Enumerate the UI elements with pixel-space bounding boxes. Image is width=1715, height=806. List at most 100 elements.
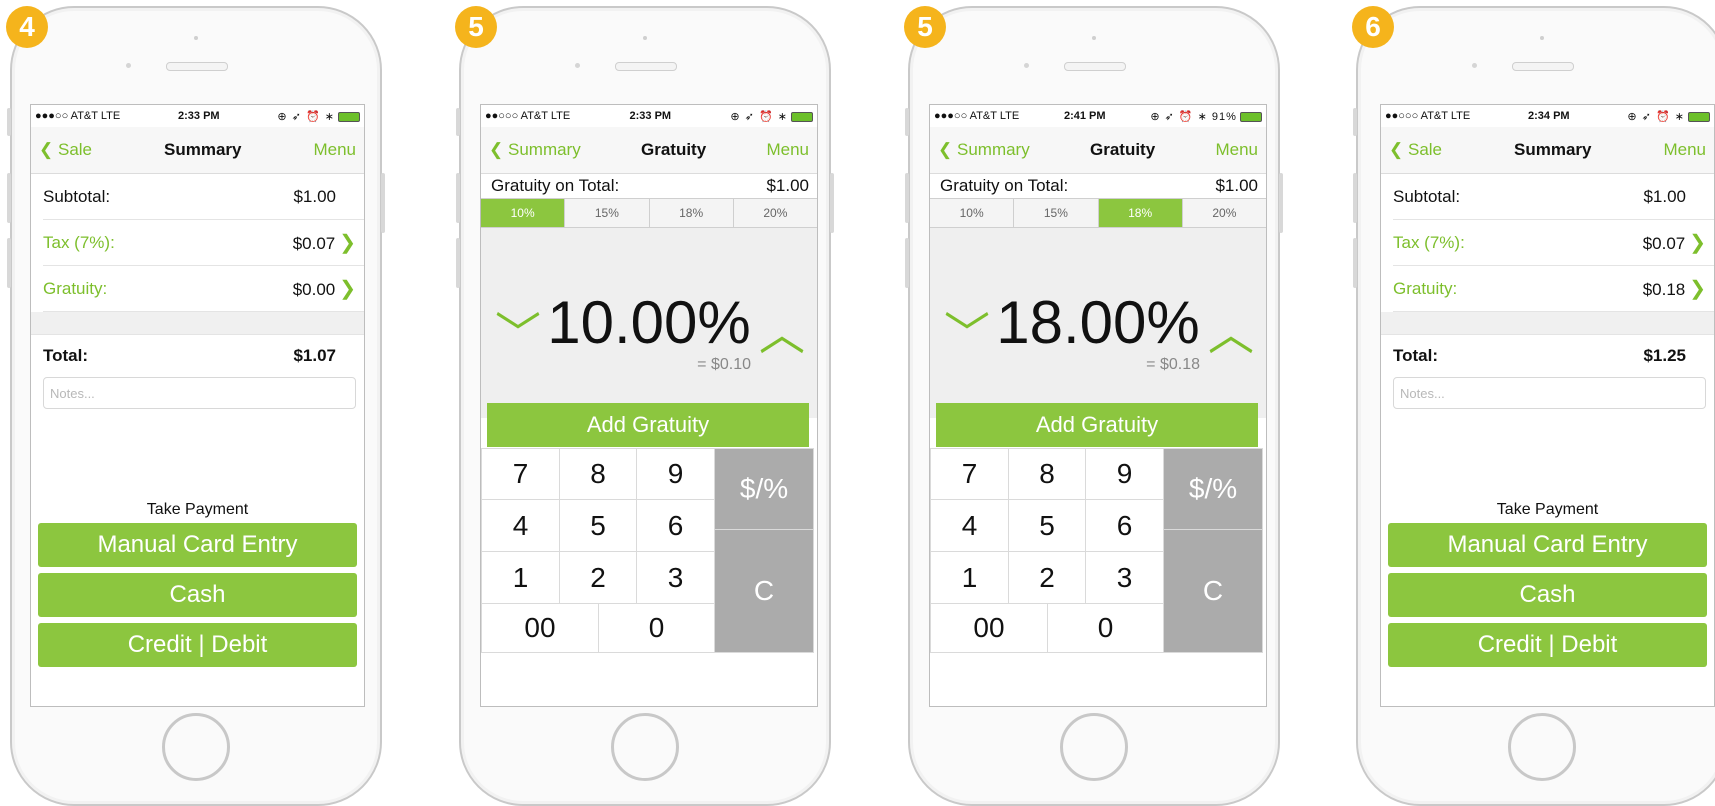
phone-2: 5 ●●○○○ AT&T LTE 2:33 PM ⊕ ➶ ⏰ ∗ ❮ Summa… [455,6,834,806]
dollar-percent-toggle[interactable]: $/% [714,448,814,530]
manual-card-entry-button[interactable]: Manual Card Entry [38,523,357,567]
segment-20[interactable]: 20% [1182,199,1266,227]
status-bar: ●●●○○ AT&T LTE 2:33 PM ⊕ ➶ ⏰ ∗ [31,105,364,127]
volume-up-button [7,173,11,223]
key-00[interactable]: 00 [930,603,1048,653]
key-9[interactable]: 9 [636,448,715,500]
back-button[interactable]: ❮ Sale [39,140,92,160]
key-0[interactable]: 0 [1047,603,1164,653]
key-4[interactable]: 4 [481,499,560,552]
credit-debit-button[interactable]: Credit | Debit [1388,623,1707,667]
nav-bar: ❮ Sale Summary Menu [1381,127,1714,174]
chevron-right-icon: ❯ [339,278,356,300]
keypad: 7 8 9 4 5 6 1 2 3 00 0 $/% C [481,448,814,706]
key-3[interactable]: 3 [636,551,715,604]
divider [1381,312,1714,335]
key-9[interactable]: 9 [1085,448,1164,500]
key-1[interactable]: 1 [481,551,560,604]
battery-icon [338,111,360,122]
tax-row[interactable]: Tax (7%): $0.07 ❯ [43,220,364,266]
gratuity-amount: = $0.18 [1146,356,1200,373]
clear-key[interactable]: C [1163,529,1263,653]
segment-15[interactable]: 15% [565,199,650,227]
manual-card-entry-button[interactable]: Manual Card Entry [1388,523,1707,567]
gratuity-row[interactable]: Gratuity: $0.00 ❯ [43,266,364,312]
tax-row[interactable]: Tax (7%): $0.07 ❯ [1393,220,1714,266]
clear-key[interactable]: C [714,529,814,653]
subtotal-row: Subtotal: $1.00 [1393,174,1714,220]
step-badge: 5 [904,6,946,48]
key-8[interactable]: 8 [559,448,637,500]
volume-down-button [905,238,909,288]
battery-icon [1688,111,1710,122]
gratuity-display: ﹀ 18.00% ︿ = $0.18 [930,228,1266,418]
key-4[interactable]: 4 [930,499,1009,552]
volume-down-button [7,238,11,288]
home-button[interactable] [1060,713,1128,781]
increase-chevron-icon[interactable]: ︿ [759,298,805,364]
power-button [381,173,385,233]
key-5[interactable]: 5 [559,499,637,552]
phone-1: 4 ●●●○○ AT&T LTE 2:33 PM ⊕ ➶ ⏰ ∗ ❮ Sale … [6,6,385,806]
menu-button[interactable]: Menu [1215,140,1258,160]
key-6[interactable]: 6 [1085,499,1164,552]
clock: 2:33 PM [178,110,220,122]
segment-20[interactable]: 20% [733,199,817,227]
key-6[interactable]: 6 [636,499,715,552]
page-title: Summary [1514,140,1592,159]
key-5[interactable]: 5 [1008,499,1086,552]
key-8[interactable]: 8 [1008,448,1086,500]
battery-icon [1239,111,1262,122]
volume-up-button [456,173,460,223]
add-gratuity-button[interactable]: Add Gratuity [936,403,1258,447]
chevron-left-icon: ❮ [1389,140,1404,159]
key-2[interactable]: 2 [559,551,637,604]
segment-15[interactable]: 15% [1014,199,1099,227]
segment-10[interactable]: 10% [930,199,1015,227]
home-button[interactable] [611,713,679,781]
key-00[interactable]: 00 [481,603,599,653]
increase-chevron-icon[interactable]: ︿ [1208,298,1254,364]
credit-debit-button[interactable]: Credit | Debit [38,623,357,667]
proximity-sensor [575,63,580,68]
carrier-label: ●●●○○ AT&T LTE [35,110,121,122]
segment-18[interactable]: 18% [1098,199,1183,227]
add-gratuity-button[interactable]: Add Gratuity [487,403,809,447]
key-7[interactable]: 7 [481,448,560,500]
status-bar: ●●●○○ AT&T LTE 2:41 PM ⊕ ➶ ⏰ ∗ 91% [930,105,1266,127]
segment-10[interactable]: 10% [481,199,566,227]
key-2[interactable]: 2 [1008,551,1086,604]
chevron-left-icon: ❮ [489,140,504,159]
segment-18[interactable]: 18% [649,199,734,227]
menu-button[interactable]: Menu [766,140,809,160]
front-camera [194,36,198,40]
screen: ●●○○○ AT&T LTE 2:34 PM ⊕ ➶ ⏰ ∗ ❮ Sale Su… [1380,104,1715,707]
menu-button[interactable]: Menu [313,140,356,160]
screen: ●●●○○ AT&T LTE 2:33 PM ⊕ ➶ ⏰ ∗ ❮ Sale Su… [30,104,365,707]
status-icons: ⊕ ➶ ⏰ ∗ [1627,110,1710,123]
dollar-percent-toggle[interactable]: $/% [1163,448,1263,530]
key-7[interactable]: 7 [930,448,1009,500]
mute-switch [1353,108,1357,136]
battery-icon [791,111,813,122]
home-button[interactable] [162,713,230,781]
back-button[interactable]: ❮ Summary [938,140,1030,160]
total-row: Total: $1.07 [43,346,336,365]
chevron-right-icon: ❯ [339,232,356,254]
notes-field[interactable]: Notes... [43,377,356,409]
menu-button[interactable]: Menu [1663,140,1706,160]
home-button[interactable] [1508,713,1576,781]
key-1[interactable]: 1 [930,551,1009,604]
take-payment-label: Take Payment [146,501,249,518]
volume-down-button [456,238,460,288]
chevron-left-icon: ❮ [39,140,54,159]
back-button[interactable]: ❮ Sale [1389,140,1442,160]
key-0[interactable]: 0 [598,603,715,653]
cash-button[interactable]: Cash [38,573,357,617]
cash-button[interactable]: Cash [1388,573,1707,617]
gratuity-row[interactable]: Gratuity: $0.18 ❯ [1393,266,1714,312]
back-button[interactable]: ❮ Summary [489,140,581,160]
key-3[interactable]: 3 [1085,551,1164,604]
notes-field[interactable]: Notes... [1393,377,1706,409]
volume-down-button [1353,238,1357,288]
